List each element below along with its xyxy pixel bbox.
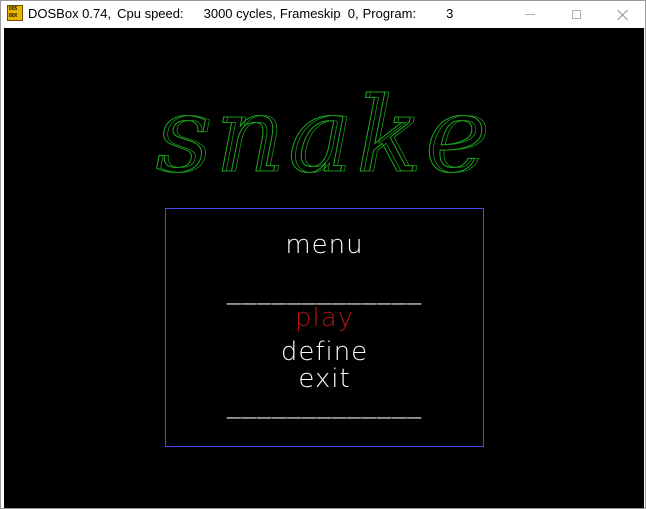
menu-heading: menu <box>285 230 364 260</box>
icon-text-dos: DOS <box>9 6 18 12</box>
menu-frame: menu _____________ play define exit ____… <box>165 208 484 447</box>
game-logo: snake snake <box>4 83 644 193</box>
menu-separator-bottom: _____________ <box>227 386 422 419</box>
title-bar[interactable]: DOS BOX DOSBox 0.74, Cpu speed: 3000 cycle… <box>1 1 645 27</box>
minimize-icon <box>525 13 535 15</box>
logo-text-shadow: snake <box>160 83 497 193</box>
menu-item-define[interactable]: define <box>166 337 483 367</box>
title-speed-label: Cpu speed: <box>117 6 184 21</box>
title-app-name: DOSBox 0.74, <box>28 6 112 21</box>
maximize-icon <box>571 9 581 19</box>
title-cycles: 3000 cycles, <box>203 6 276 21</box>
close-icon <box>617 9 628 20</box>
game-screen[interactable]: snake snake menu _____________ play defi… <box>4 28 644 508</box>
snake-logo-svg: snake snake <box>155 83 497 193</box>
minimize-button[interactable] <box>507 1 553 27</box>
menu-separator-top: _____________ <box>227 272 422 305</box>
title-program-label: Program: <box>362 6 417 21</box>
dosbox-window: DOS BOX DOSBox 0.74, Cpu speed: 3000 cycle… <box>0 0 646 509</box>
title-frameskip: Frameskip 0, <box>279 6 359 21</box>
maximize-button[interactable] <box>553 1 599 27</box>
close-button[interactable] <box>599 1 645 27</box>
dosbox-app-icon[interactable]: DOS BOX <box>7 5 23 21</box>
menu-item-play[interactable]: play <box>166 303 483 333</box>
title-program-value: 3 <box>446 6 454 21</box>
window-title: DOSBox 0.74, Cpu speed: 3000 cycles, Frames… <box>28 6 453 22</box>
icon-text-box: BOX <box>9 13 18 19</box>
